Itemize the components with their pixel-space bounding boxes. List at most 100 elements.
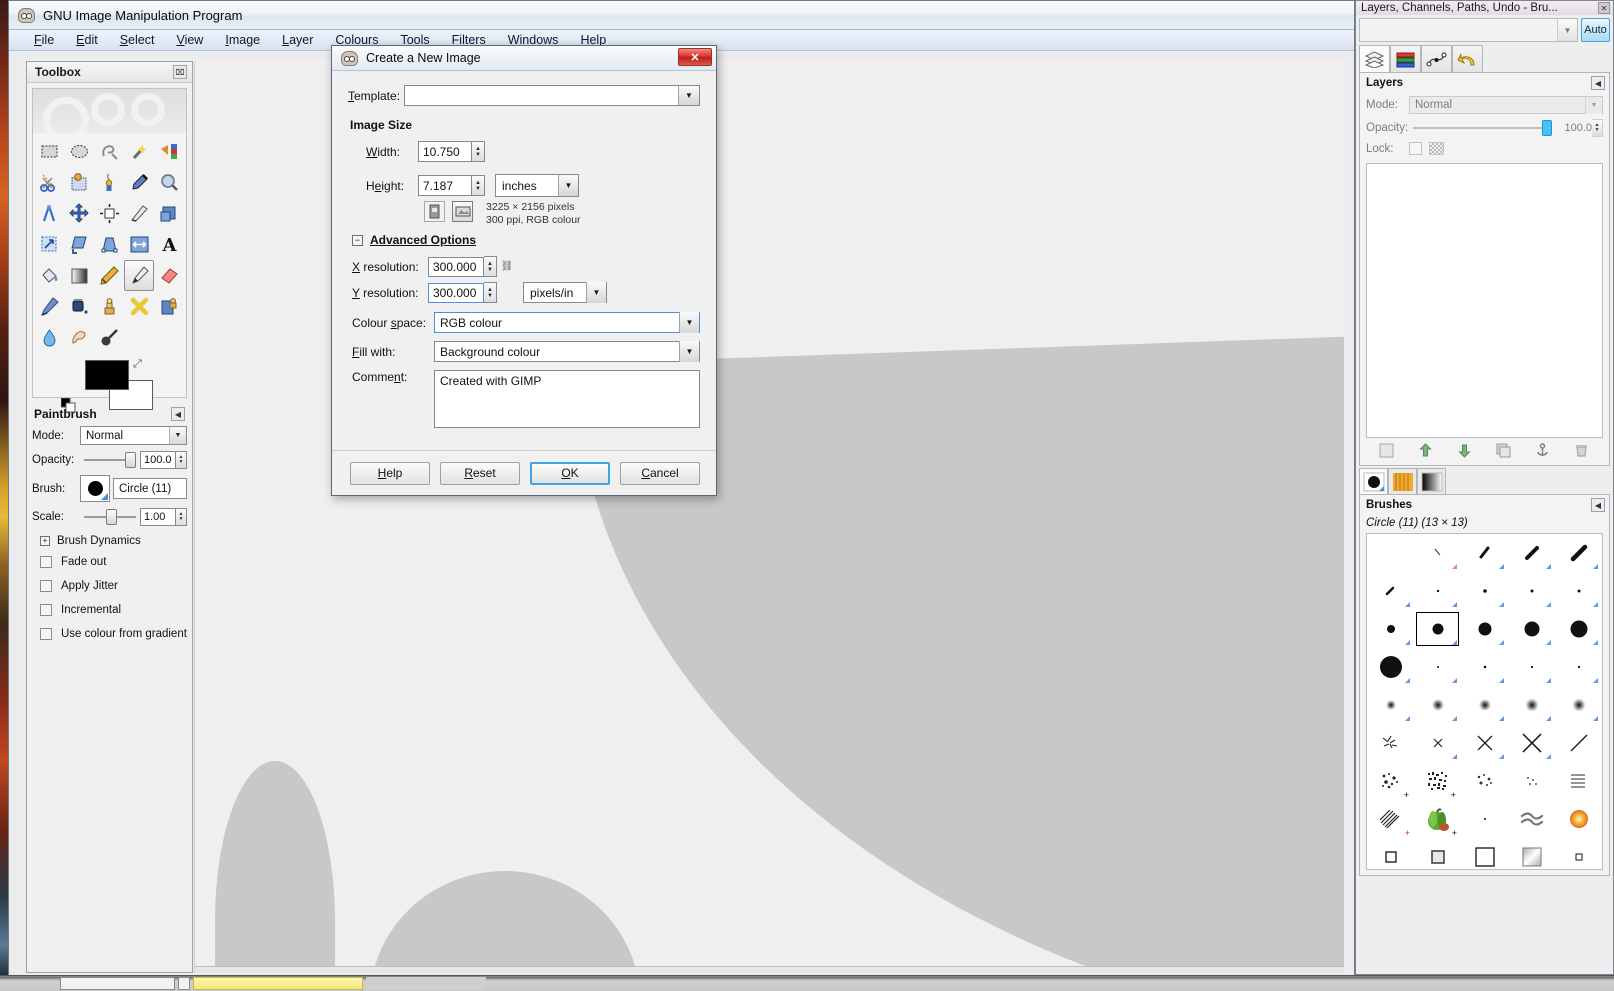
width-input[interactable]: 10.750 [418,141,472,162]
tool-colour-picker[interactable] [124,167,154,198]
swap-colours-icon[interactable]: ⤢ [133,358,146,371]
brush-item[interactable] [1461,534,1508,572]
brush-item-circle-11[interactable] [1414,610,1461,648]
brush-item[interactable] [1508,762,1555,800]
tool-pencil[interactable] [95,260,125,291]
brush-item[interactable] [1555,686,1602,724]
tool-perspective[interactable] [95,229,125,260]
opacity-stepper[interactable]: ▲ ▼ [176,451,187,469]
tool-heal[interactable] [124,291,154,322]
trash-icon[interactable] [1574,443,1590,459]
brush-item[interactable] [1367,686,1414,724]
layer-opacity-slider[interactable] [1413,120,1552,136]
tool-ink[interactable] [65,291,95,322]
tool-foreground-select[interactable] [65,167,95,198]
tool-blur-sharpen[interactable] [35,322,65,353]
tool-text[interactable]: A [154,229,184,260]
tool-rotate[interactable] [154,198,184,229]
help-button[interactable]: Help [350,461,430,485]
brush-item[interactable] [1367,610,1414,648]
opacity-slider-knob[interactable] [125,452,136,468]
brush-item[interactable] [1367,838,1414,869]
mode-select[interactable]: Normal ▼ [80,426,187,445]
ok-button[interactable]: OK [530,461,610,485]
tool-scissors-select[interactable] [35,167,65,198]
template-select[interactable]: ▼ [404,85,700,106]
new-layer-icon[interactable] [1379,443,1395,459]
tool-scale[interactable] [35,229,65,260]
tool-perspective-clone[interactable] [154,291,184,322]
resolution-unit-select[interactable]: pixels/in ▼ [523,282,607,303]
duplicate-layer-icon[interactable] [1496,443,1512,459]
brush-item[interactable] [1508,686,1555,724]
chain-linked-icon[interactable]: ⛓ [501,261,514,272]
brush-item[interactable] [1508,724,1555,762]
checkbox-fade-out[interactable]: Fade out [32,550,187,574]
brush-item[interactable] [1367,724,1414,762]
menu-image[interactable]: Image [214,31,271,49]
brush-item[interactable] [1414,724,1461,762]
tool-move[interactable] [65,198,95,229]
y-resolution-stepper[interactable]: ▲ ▼ [484,282,497,303]
image-selector[interactable]: ▼ [1359,18,1578,42]
tab-gradients[interactable] [1417,468,1446,494]
brush-item[interactable] [1461,762,1508,800]
brush-item[interactable] [1461,572,1508,610]
brush-item[interactable] [1555,724,1602,762]
collapse-icon[interactable]: ◀ [1591,76,1605,90]
scale-slider[interactable] [84,509,136,525]
checkbox-icon[interactable] [40,628,52,640]
brush-item[interactable] [1367,572,1414,610]
reset-button[interactable]: Reset [440,461,520,485]
checkbox-incremental[interactable]: Incremental [32,598,187,622]
brush-item[interactable] [1461,724,1508,762]
brush-item[interactable] [1508,534,1555,572]
layer-mode-select[interactable]: Normal ▼ [1409,96,1603,114]
reset-colours-icon[interactable] [60,397,76,413]
menu-edit[interactable]: Edit [65,31,109,49]
brush-item[interactable] [1555,762,1602,800]
tab-layers[interactable] [1359,45,1390,72]
y-resolution-input[interactable]: 300.000 [428,282,484,303]
tool-eraser[interactable] [154,260,184,291]
x-resolution-input[interactable]: 300.000 [428,256,484,277]
lock-pixels-checkbox[interactable] [1409,142,1422,155]
brush-item[interactable] [1508,610,1555,648]
fill-with-select[interactable]: Background colour ▼ [434,341,700,362]
scale-slider-knob[interactable] [105,509,117,525]
cancel-button[interactable]: Cancel [620,461,700,485]
dialog-titlebar[interactable]: Create a New Image ✕ [332,46,716,71]
close-icon[interactable]: ⌧ [173,65,187,79]
collapse-icon[interactable]: ◀ [1591,498,1605,512]
tool-zoom[interactable] [154,167,184,198]
taskbar-item[interactable] [178,977,190,990]
brush-dynamics-expander[interactable]: + Brush Dynamics [32,532,187,550]
advanced-options-expander[interactable]: − Advanced Options [352,233,700,247]
checkbox-icon[interactable] [40,604,52,616]
brush-item[interactable] [1461,610,1508,648]
layer-list[interactable] [1366,163,1603,438]
close-icon[interactable]: ✕ [1598,2,1610,14]
tool-paintbrush[interactable] [124,260,155,291]
brush-item[interactable] [1555,838,1602,869]
tool-bucket-fill[interactable] [35,260,65,291]
tool-smudge[interactable] [65,322,95,353]
brush-item[interactable] [1508,838,1555,869]
tool-paths[interactable] [95,167,125,198]
menu-file[interactable]: File [23,31,65,49]
close-icon[interactable]: ✕ [678,48,712,66]
taskbar[interactable] [0,975,1614,991]
window-titlebar[interactable]: GNU Image Manipulation Program [9,1,1354,30]
brush-preview[interactable] [80,475,110,502]
landscape-orientation-button[interactable] [452,201,473,222]
tool-flip[interactable] [124,229,154,260]
tool-shear[interactable] [65,229,95,260]
scale-stepper[interactable]: ▲ ▼ [176,508,187,526]
brush-item[interactable]: + [1367,800,1414,838]
unit-select[interactable]: inches ▼ [495,174,579,197]
menu-view[interactable]: View [165,31,214,49]
tool-crop[interactable] [124,198,154,229]
checkbox-icon[interactable] [40,580,52,592]
brush-item[interactable]: + [1367,762,1414,800]
tab-patterns[interactable] [1388,468,1417,494]
